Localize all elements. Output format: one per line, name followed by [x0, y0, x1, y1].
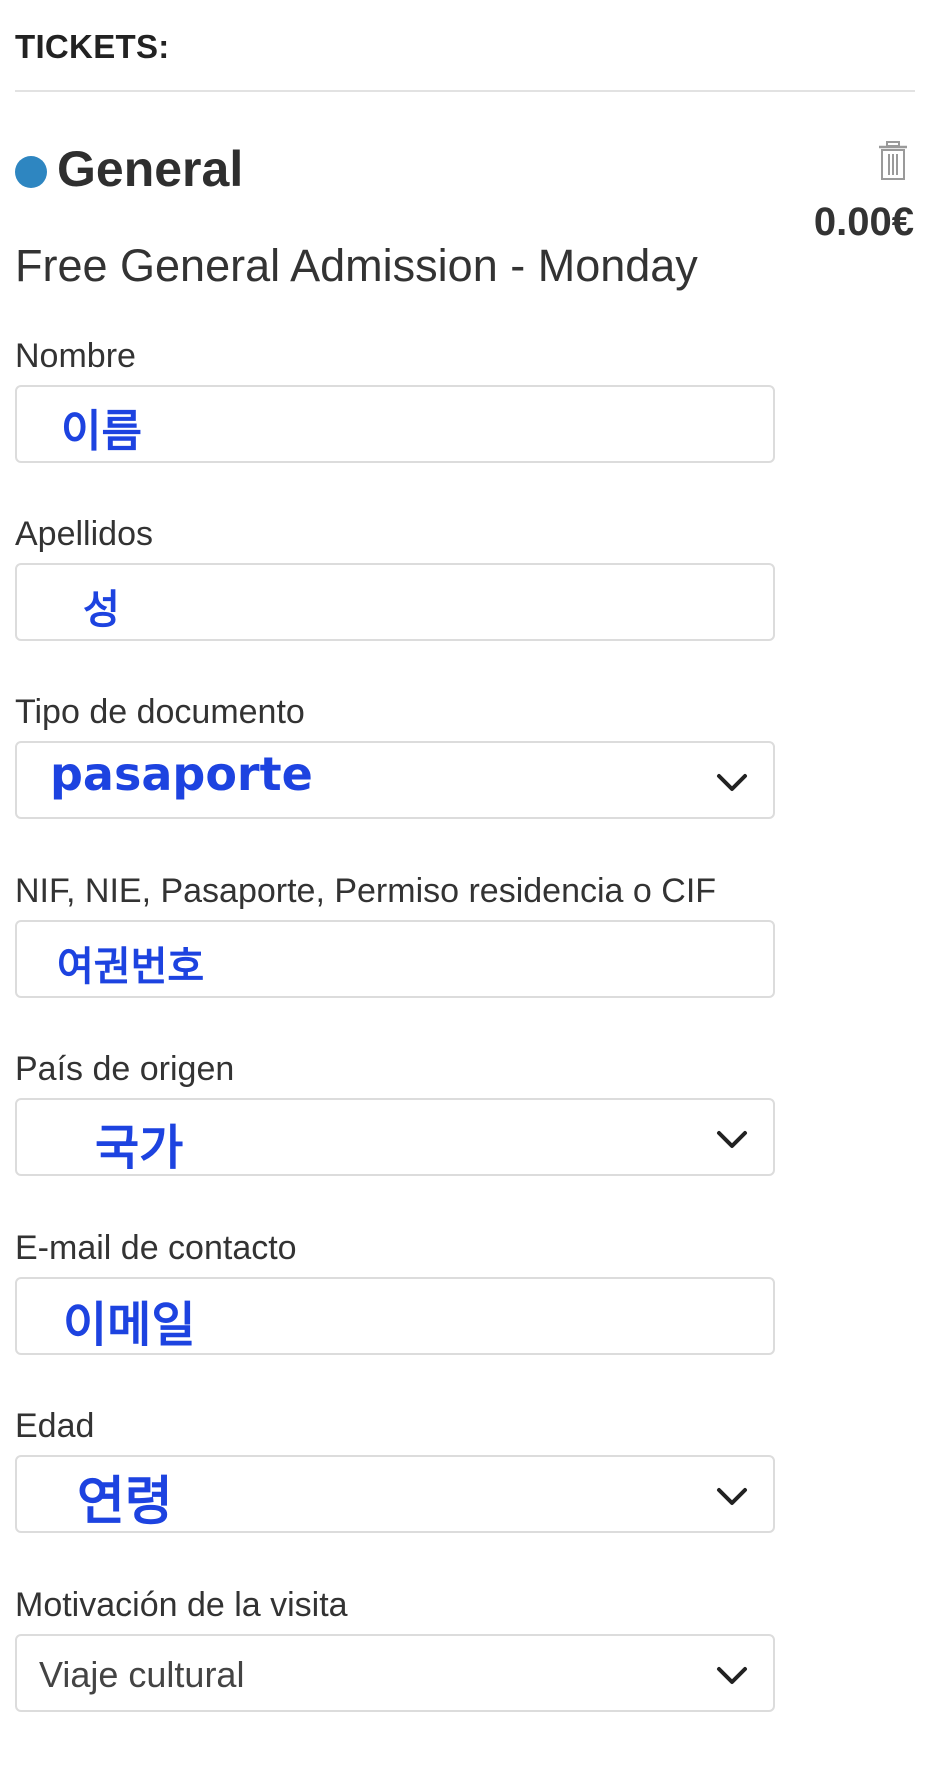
divider [15, 90, 915, 92]
apellidos-label: Apellidos [15, 515, 153, 553]
documento-value: 여권번호 [57, 944, 205, 990]
chevron-down-icon [717, 774, 747, 791]
ticket-description: Free General Admission - Monday [15, 240, 698, 291]
tipo-documento-select[interactable]: pasaporte [15, 741, 775, 819]
pais-label: País de origen [15, 1050, 235, 1088]
ticket-title: General [15, 140, 243, 198]
documento-input[interactable]: 여권번호 [15, 920, 775, 998]
tipo-documento-label: Tipo de documento [15, 693, 305, 731]
section-title: TICKETS: [15, 28, 170, 65]
nombre-value: 이름 [61, 406, 142, 457]
email-label: E-mail de contacto [15, 1229, 297, 1267]
motivacion-value: Viaje cultural [39, 1654, 245, 1695]
documento-label: NIF, NIE, Pasaporte, Permiso residencia … [15, 872, 717, 910]
chevron-down-icon [717, 1488, 747, 1505]
nombre-label: Nombre [15, 337, 136, 375]
tipo-documento-value: pasaporte [50, 747, 313, 801]
nombre-input[interactable]: 이름 [15, 385, 775, 463]
email-input[interactable]: 이메일 [15, 1277, 775, 1355]
pais-value: 국가 [95, 1120, 184, 1176]
apellidos-input[interactable]: 성 [15, 563, 775, 641]
chevron-down-icon [717, 1131, 747, 1148]
trash-icon[interactable] [878, 141, 908, 181]
ticket-price: 0.00€ [813, 200, 914, 244]
ticket-name: General [57, 141, 244, 197]
motivacion-label: Motivación de la visita [15, 1586, 348, 1624]
edad-select[interactable]: 연령 [15, 1455, 775, 1533]
edad-value: 연령 [77, 1472, 173, 1532]
apellidos-value: 성 [83, 587, 120, 633]
ticket-color-dot [15, 156, 47, 188]
edad-label: Edad [15, 1407, 95, 1445]
pais-select[interactable]: 국가 [15, 1098, 775, 1176]
chevron-down-icon [717, 1667, 747, 1684]
email-value: 이메일 [63, 1297, 196, 1353]
motivacion-select[interactable]: Viaje cultural [15, 1634, 775, 1712]
